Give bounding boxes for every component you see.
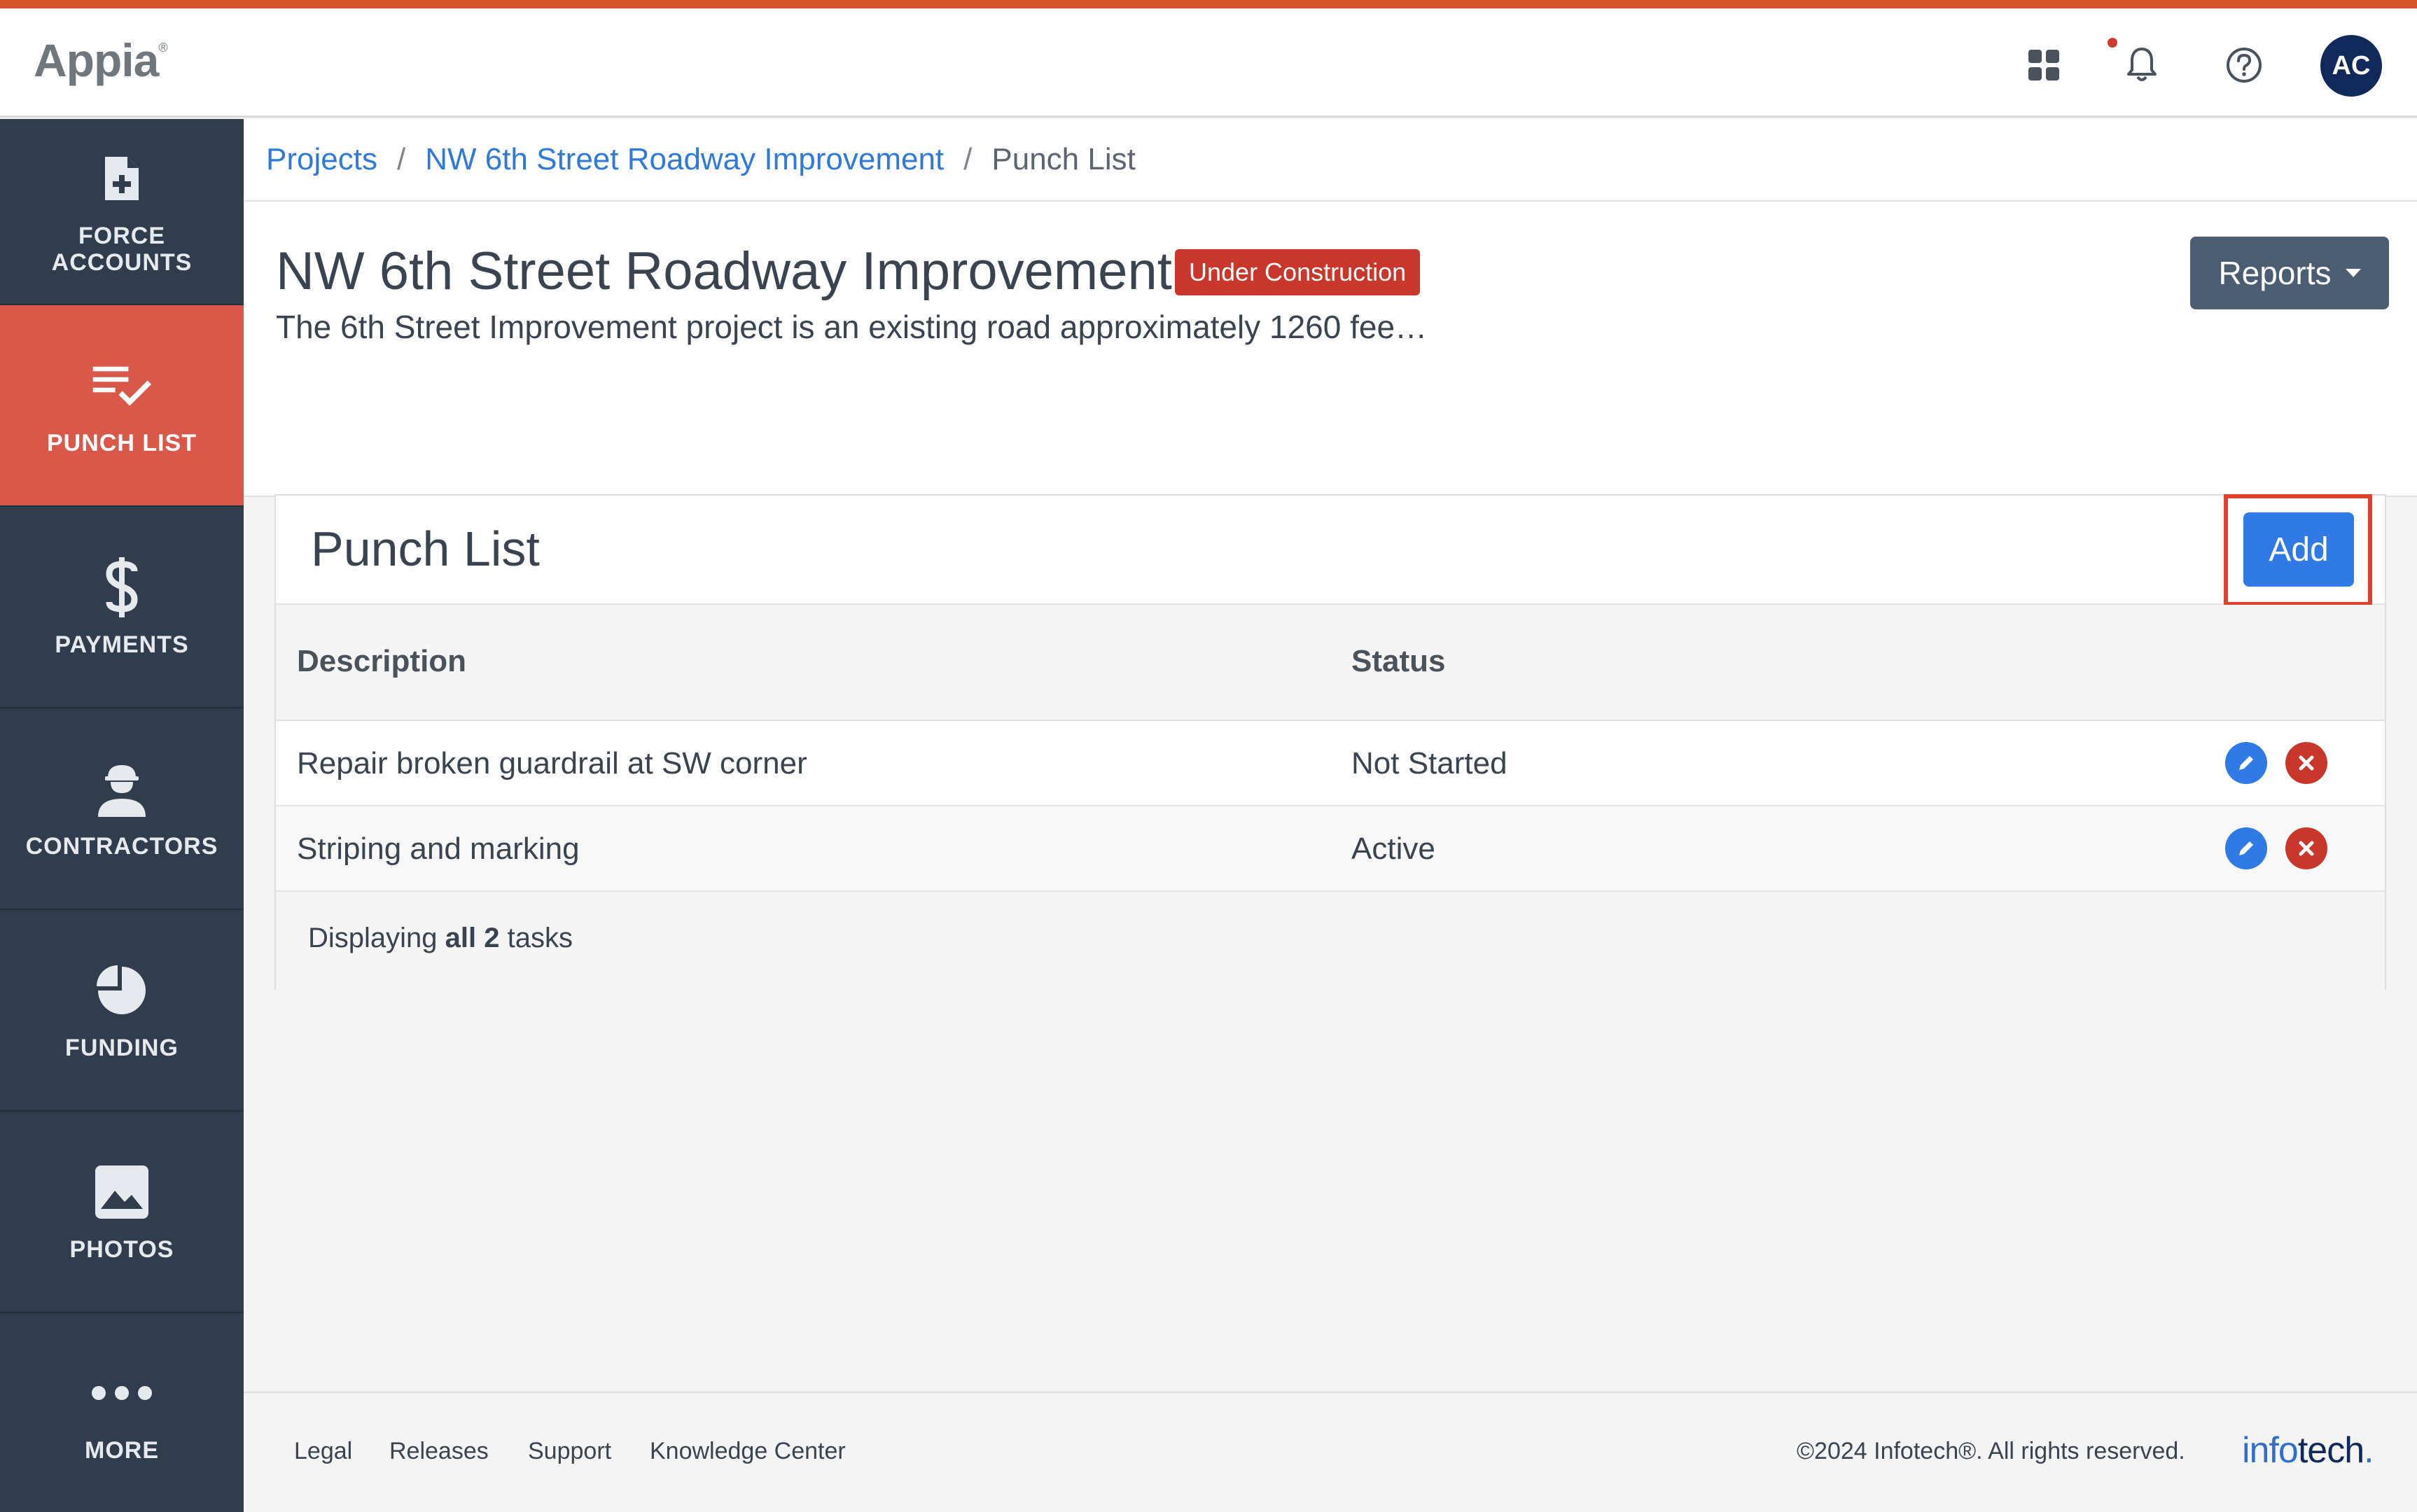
row-description: Striping and marking [297,832,580,866]
breadcrumb-separator: / [963,142,973,176]
breadcrumb-projects-link[interactable]: Projects [266,142,377,177]
top-header: Appia® AC [0,8,2417,118]
image-icon [90,1161,153,1224]
breadcrumb: Projects / NW 6th Street Roadway Improve… [244,119,2417,202]
sidebar-item-contractors[interactable]: CONTRACTORS [0,708,244,910]
punch-list-card: Punch List Add Description Status Repair… [274,494,2386,990]
row-status: Not Started [1351,746,1507,780]
sidebar-item-photos[interactable]: PHOTOS [0,1112,244,1313]
sidebar-item-more[interactable]: MORE [0,1313,244,1512]
infotech-logo[interactable]: infotech. [2242,1429,2374,1471]
caret-down-icon [2345,269,2361,277]
pie-chart-icon [90,959,153,1022]
reports-dropdown-button[interactable]: Reports [2190,237,2389,309]
column-header-status[interactable]: Status [1351,644,1445,679]
checklist-icon [90,354,153,417]
table-header: Description Status [276,605,2385,721]
card-header: Punch List Add [276,494,2385,606]
task-count-text: Displaying all 2 tasks [308,923,573,953]
page-footer: Legal Releases Support Knowledge Center … [244,1392,2417,1512]
card-title: Punch List [311,522,540,576]
breadcrumb-current: Punch List [991,142,1136,176]
worker-icon [90,757,153,820]
dollar-icon [90,556,153,619]
delete-icon[interactable] [2285,742,2327,784]
row-status: Active [1351,832,1435,866]
add-button[interactable]: Add [2243,512,2354,587]
footer-link-legal[interactable]: Legal [294,1438,352,1465]
top-accent-bar [0,0,2417,8]
sidebar-item-payments[interactable]: PAYMENTS [0,507,244,708]
sidebar-item-force-accounts[interactable]: FORCE ACCOUNTS [0,119,244,305]
table-row: Repair broken guardrail at SW corner Not… [276,721,2385,806]
page-title: NW 6th Street Roadway Improvement [276,241,1172,301]
more-dots-icon [90,1362,153,1424]
sidebar-item-punch-list[interactable]: PUNCH LIST [0,305,244,507]
edit-icon[interactable] [2225,742,2267,784]
edit-icon[interactable] [2225,827,2267,869]
project-header: NW 6th Street Roadway Improvement Under … [244,202,2417,990]
copyright-text: ©2024 Infotech®. All rights reserved. [1797,1438,2185,1464]
delete-icon[interactable] [2285,827,2327,869]
footer-link-support[interactable]: Support [528,1438,611,1465]
footer-link-knowledge-center[interactable]: Knowledge Center [650,1438,846,1465]
apps-grid-icon[interactable] [2019,41,2068,90]
sidebar-item-funding[interactable]: FUNDING [0,910,244,1112]
column-header-description[interactable]: Description [297,644,466,679]
project-description: The 6th Street Improvement project is an… [276,309,1428,345]
breadcrumb-project-link[interactable]: NW 6th Street Roadway Improvement [425,142,944,177]
help-icon[interactable] [2220,41,2269,90]
table-footer: Displaying all 2 tasks [276,892,2385,990]
row-description: Repair broken guardrail at SW corner [297,746,807,780]
table-row: Striping and marking Active [276,806,2385,892]
footer-link-releases[interactable]: Releases [389,1438,489,1465]
status-badge: Under Construction [1175,249,1421,295]
file-plus-icon [90,147,153,210]
bell-icon[interactable] [2117,41,2166,90]
breadcrumb-separator: / [396,142,406,176]
notification-dot [2108,38,2117,48]
user-avatar[interactable]: AC [2320,35,2382,97]
sidebar-nav: FORCE ACCOUNTS PUNCH LIST PAYMENTS CONTR… [0,119,244,1512]
appia-logo[interactable]: Appia® [34,34,168,87]
main-content: Projects / NW 6th Street Roadway Improve… [244,119,2417,1512]
